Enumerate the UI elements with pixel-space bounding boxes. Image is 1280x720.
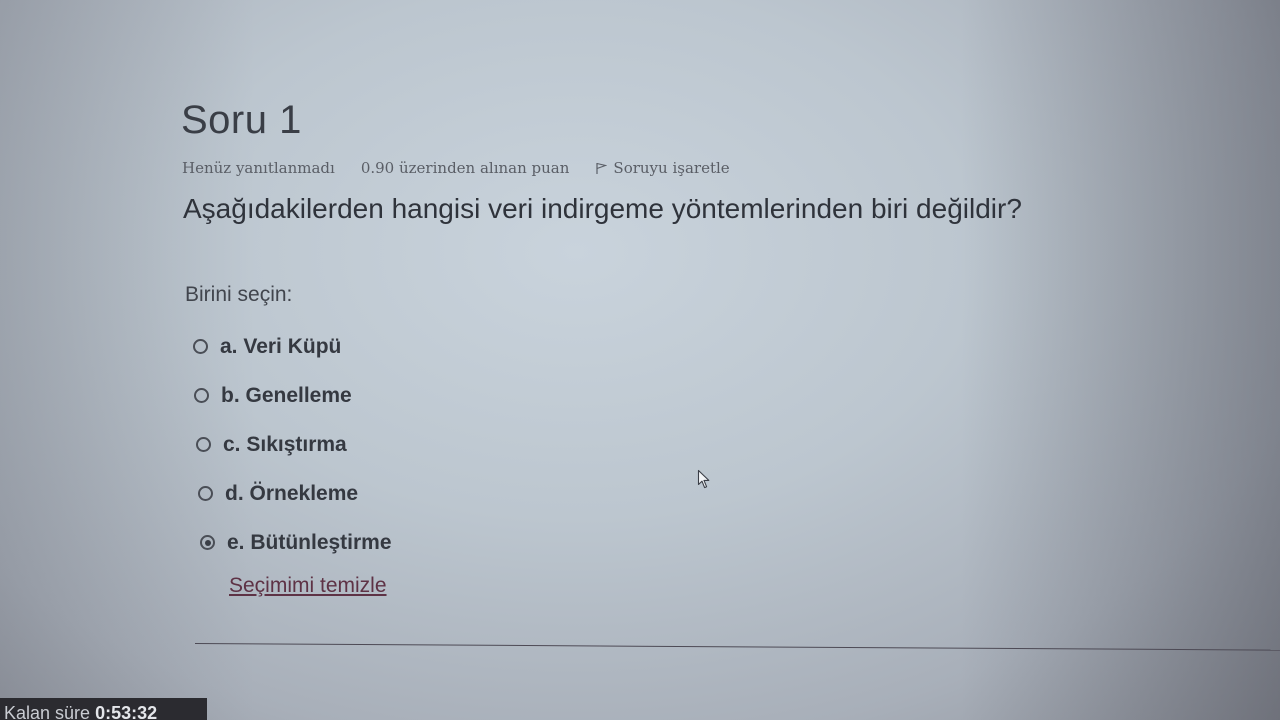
answer-label: b. Genelleme [221, 383, 352, 407]
flag-icon [596, 162, 608, 174]
radio-button[interactable] [193, 339, 208, 354]
question-info: Henüz yanıtlanmadı 0.90 üzerinden alınan… [182, 159, 730, 177]
question-state: Henüz yanıtlanmadı [182, 159, 335, 177]
answer-option-a[interactable]: a. Veri Küpü [193, 322, 392, 371]
answer-option-d[interactable]: d. Örnekleme [198, 469, 392, 518]
answer-options: a. Veri Küpü b. Genelleme c. Sıkıştırma … [193, 322, 392, 567]
radio-button[interactable] [196, 437, 211, 452]
answer-option-b[interactable]: b. Genelleme [194, 371, 392, 420]
answer-label: a. Veri Küpü [220, 334, 342, 358]
answer-label: e. Bütünleştirme [227, 530, 392, 554]
time-left-box: Kalan süre 0:53:32 [0, 698, 207, 720]
flag-question-label: Soruyu işaretle [613, 159, 730, 177]
flag-question-link[interactable]: Soruyu işaretle [595, 159, 730, 177]
answer-label: d. Örnekleme [225, 481, 359, 505]
radio-button[interactable] [194, 388, 209, 403]
mouse-cursor-icon [697, 469, 710, 489]
timer-label: Kalan süre [4, 703, 91, 720]
timer-value: 0:53:32 [95, 703, 158, 720]
question-text: Aşağıdakilerden hangisi veri indirgeme y… [183, 193, 1022, 224]
answer-prompt: Birini seçin: [185, 283, 293, 306]
divider [194, 643, 1280, 651]
question-title: Soru 1 [181, 98, 302, 142]
clear-choice-link[interactable]: Seçimimi temizle [229, 574, 387, 598]
answer-label: c. Sıkıştırma [223, 432, 347, 456]
answer-option-e[interactable]: e. Bütünleştirme [200, 518, 392, 567]
answer-option-c[interactable]: c. Sıkıştırma [196, 420, 392, 469]
question-grade: 0.90 üzerinden alınan puan [360, 159, 570, 177]
radio-button-selected[interactable] [200, 535, 215, 550]
radio-button[interactable] [198, 486, 213, 501]
